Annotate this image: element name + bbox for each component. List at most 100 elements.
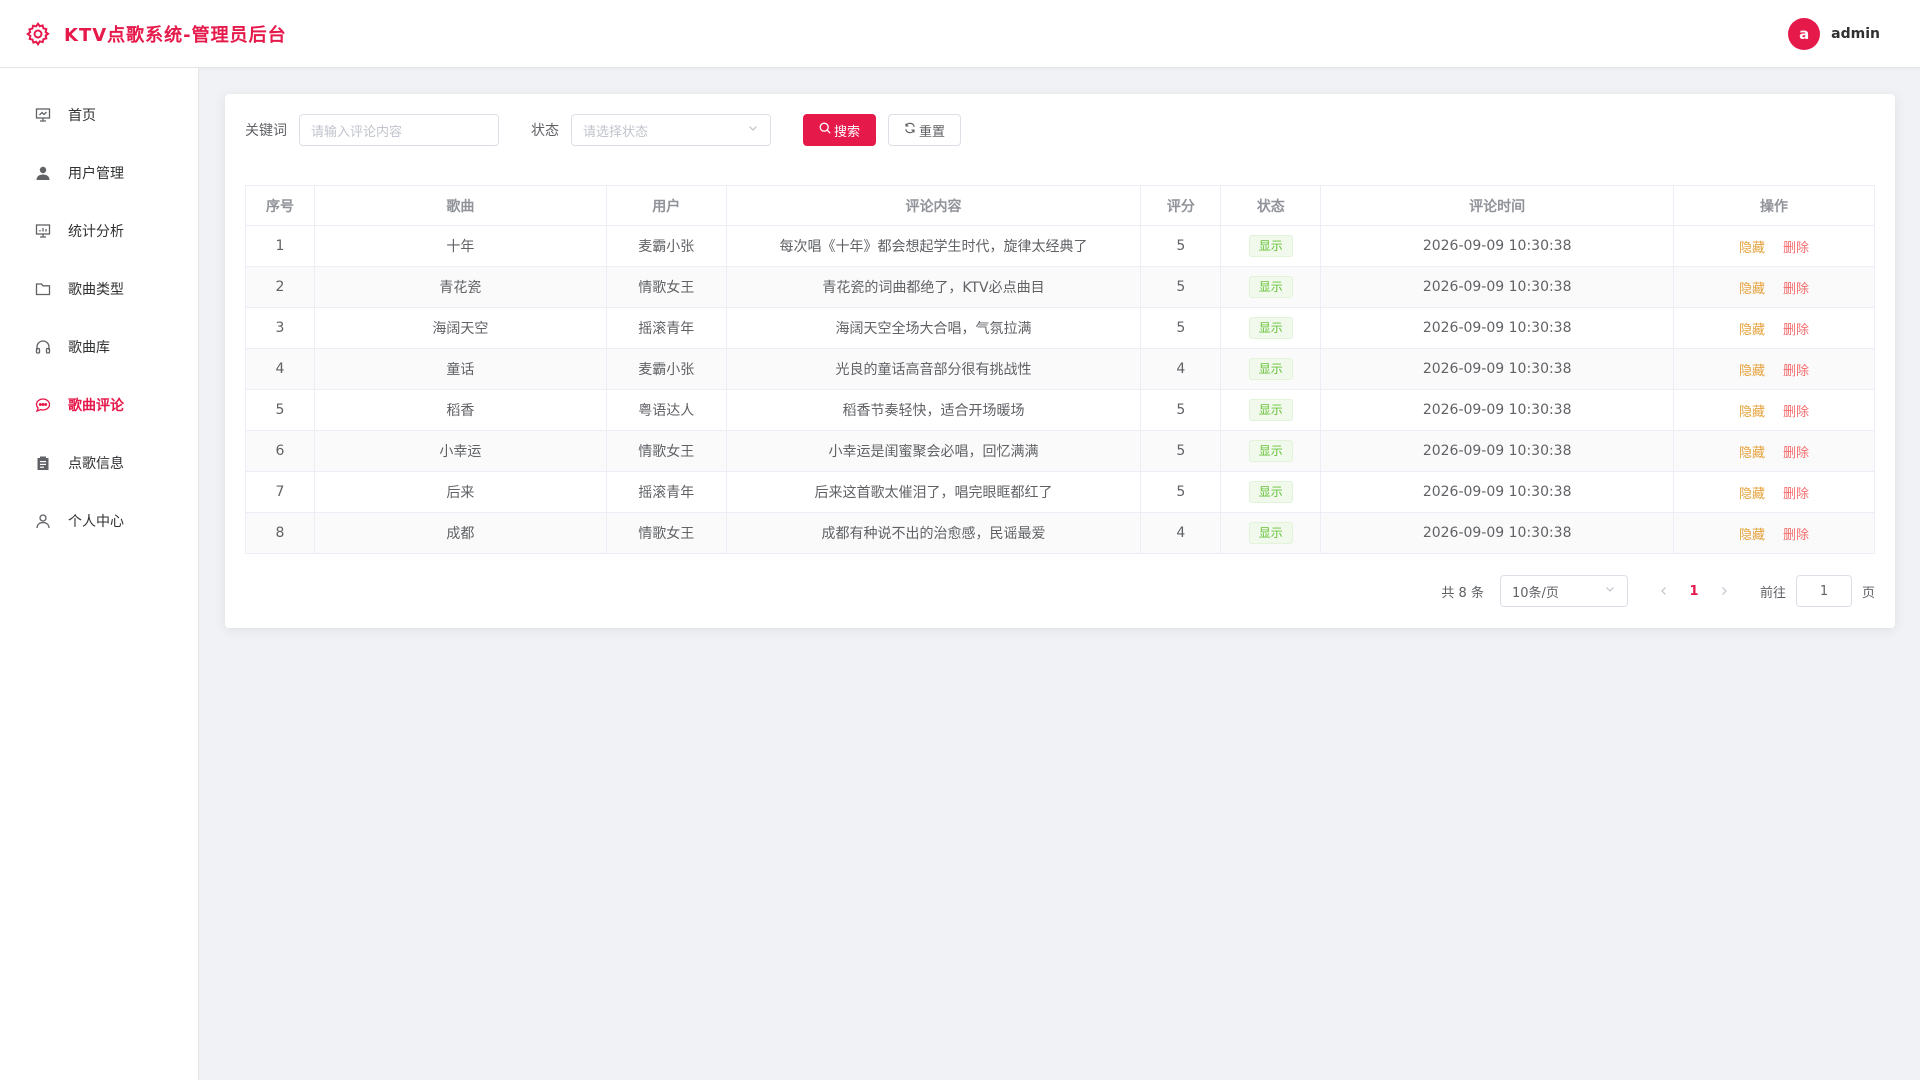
prev-page-icon[interactable] bbox=[1650, 577, 1678, 605]
avatar[interactable]: a bbox=[1788, 17, 1821, 50]
page-suffix: 页 bbox=[1861, 585, 1875, 601]
rating: 5 bbox=[1140, 266, 1222, 308]
presentation-icon bbox=[34, 106, 52, 124]
actions-cell: 隐藏 删除 bbox=[1673, 307, 1875, 349]
user-icon bbox=[34, 164, 52, 182]
comment-time: 2026-09-09 10:30:38 bbox=[1320, 266, 1675, 308]
sidebar-item-label: 个人中心 bbox=[68, 514, 124, 530]
top-header: KTV点歌系统-管理员后台 a admin bbox=[0, 0, 1920, 68]
status-placeholder: 请选择状态 bbox=[583, 124, 649, 140]
hide-button[interactable]: 隐藏 bbox=[1739, 405, 1765, 420]
delete-button[interactable]: 删除 bbox=[1783, 405, 1809, 420]
rating: 5 bbox=[1140, 225, 1222, 267]
comment-time: 2026-09-09 10:30:38 bbox=[1320, 471, 1675, 513]
song-name: 海阔天空 bbox=[314, 307, 607, 349]
table-header-row: 序号 歌曲 用户 评论内容 评分 状态 评论时间 操作 bbox=[245, 185, 1875, 226]
hide-button[interactable]: 隐藏 bbox=[1739, 487, 1765, 502]
user-name: 粤语达人 bbox=[606, 389, 727, 431]
status-cell: 显示 bbox=[1220, 307, 1322, 349]
status-badge: 显示 bbox=[1248, 399, 1293, 421]
reset-button-label: 重置 bbox=[919, 124, 946, 140]
comments-table: 序号 歌曲 用户 评论内容 评分 状态 评论时间 操作 1 十年 麦霸小张 每次唱《十… bbox=[245, 185, 1875, 554]
sidebar-item-users[interactable]: 用户管理 bbox=[0, 144, 198, 202]
comment-time: 2026-09-09 10:30:38 bbox=[1320, 512, 1675, 554]
user-name: 麦霸小张 bbox=[606, 225, 727, 267]
song-name: 稻香 bbox=[314, 389, 607, 431]
row-number: 2 bbox=[245, 266, 315, 308]
song-name: 童话 bbox=[314, 348, 607, 390]
delete-button[interactable]: 删除 bbox=[1783, 282, 1809, 297]
sidebar-item-profile[interactable]: 个人中心 bbox=[0, 492, 198, 550]
hide-button[interactable]: 隐藏 bbox=[1739, 446, 1765, 461]
delete-button[interactable]: 删除 bbox=[1783, 241, 1809, 256]
keyword-placeholder: 请输入评论内容 bbox=[311, 124, 403, 140]
actions-cell: 隐藏 删除 bbox=[1673, 225, 1875, 267]
goto-page-value: 1 bbox=[1819, 583, 1829, 599]
keyword-input[interactable]: 请输入评论内容 bbox=[299, 114, 499, 146]
comment-content: 后来这首歌太催泪了，唱完眼眶都红了 bbox=[726, 471, 1142, 513]
rating: 5 bbox=[1140, 471, 1222, 513]
sidebar-item-label: 首页 bbox=[68, 108, 96, 124]
actions-cell: 隐藏 删除 bbox=[1673, 266, 1875, 308]
sidebar-item-song-library[interactable]: 歌曲库 bbox=[0, 318, 198, 376]
pagination-total: 共 8 条 bbox=[1441, 585, 1484, 601]
sidebar-item-song-types[interactable]: 歌曲类型 bbox=[0, 260, 198, 318]
goto-page-input[interactable]: 1 bbox=[1795, 575, 1852, 607]
keyword-label: 关键词 bbox=[245, 123, 287, 139]
next-page-icon[interactable] bbox=[1710, 577, 1738, 605]
reset-button[interactable]: 重置 bbox=[888, 114, 962, 146]
delete-button[interactable]: 删除 bbox=[1783, 364, 1809, 379]
sidebar-item-label: 歌曲评论 bbox=[68, 398, 124, 414]
column-header: 评论内容 bbox=[726, 185, 1142, 226]
column-header: 评分 bbox=[1140, 185, 1222, 226]
comment-content: 光良的童话高音部分很有挑战性 bbox=[726, 348, 1142, 390]
user-menu[interactable]: a admin bbox=[1788, 17, 1880, 50]
table-row: 6 小幸运 情歌女王 小幸运是闺蜜聚会必唱，回忆满满 5 显示 2026-09-09 10:… bbox=[245, 430, 1875, 472]
sidebar-item-song-comments[interactable]: 歌曲评论 bbox=[0, 376, 198, 434]
table-row: 5 稻香 粤语达人 稻香节奏轻快，适合开场暖场 5 显示 2026-09-09 10:30:… bbox=[245, 389, 1875, 431]
rating: 4 bbox=[1140, 348, 1222, 390]
comment-time: 2026-09-09 10:30:38 bbox=[1320, 307, 1675, 349]
page-number[interactable]: 1 bbox=[1678, 584, 1710, 599]
chevron-down-icon bbox=[747, 122, 759, 138]
sidebar-item-label: 歌曲库 bbox=[68, 340, 110, 356]
search-button-label: 搜索 bbox=[834, 124, 861, 140]
status-cell: 显示 bbox=[1220, 430, 1322, 472]
hide-button[interactable]: 隐藏 bbox=[1739, 241, 1765, 256]
hide-button[interactable]: 隐藏 bbox=[1739, 282, 1765, 297]
status-cell: 显示 bbox=[1220, 512, 1322, 554]
sidebar-item-label: 用户管理 bbox=[68, 166, 124, 182]
hide-button[interactable]: 隐藏 bbox=[1739, 323, 1765, 338]
delete-button[interactable]: 删除 bbox=[1783, 487, 1809, 502]
delete-button[interactable]: 删除 bbox=[1783, 323, 1809, 338]
sidebar-item-statistics[interactable]: 统计分析 bbox=[0, 202, 198, 260]
status-label: 状态 bbox=[531, 123, 559, 139]
actions-cell: 隐藏 删除 bbox=[1673, 430, 1875, 472]
song-name: 十年 bbox=[314, 225, 607, 267]
search-icon bbox=[819, 122, 831, 138]
page-size-select[interactable]: 10条/页 bbox=[1499, 575, 1628, 607]
column-header: 状态 bbox=[1220, 185, 1322, 226]
rating: 4 bbox=[1140, 512, 1222, 554]
table-row: 1 十年 麦霸小张 每次唱《十年》都会想起学生时代，旋律太经典了 5 显示 2026-09-… bbox=[245, 225, 1875, 267]
delete-button[interactable]: 删除 bbox=[1783, 528, 1809, 543]
status-select[interactable]: 请选择状态 bbox=[571, 114, 771, 146]
status-cell: 显示 bbox=[1220, 389, 1322, 431]
folder-icon bbox=[34, 280, 52, 298]
goto-label: 前往 bbox=[1759, 585, 1786, 601]
actions-cell: 隐藏 删除 bbox=[1673, 471, 1875, 513]
person-icon bbox=[34, 512, 52, 530]
search-button[interactable]: 搜索 bbox=[803, 114, 877, 146]
hide-button[interactable]: 隐藏 bbox=[1739, 528, 1765, 543]
comment-content: 稻香节奏轻快，适合开场暖场 bbox=[726, 389, 1142, 431]
sidebar: 首页 用户管理 统计分析 歌曲类型 歌曲库 歌曲评论 点歌信息 个人中心 bbox=[0, 68, 199, 1080]
username[interactable]: admin bbox=[1831, 26, 1880, 42]
headset-icon bbox=[34, 338, 52, 356]
sidebar-item-song-requests[interactable]: 点歌信息 bbox=[0, 434, 198, 492]
comment-time: 2026-09-09 10:30:38 bbox=[1320, 389, 1675, 431]
sidebar-item-home[interactable]: 首页 bbox=[0, 86, 198, 144]
chevron-down-icon bbox=[1604, 583, 1616, 599]
delete-button[interactable]: 删除 bbox=[1783, 446, 1809, 461]
hide-button[interactable]: 隐藏 bbox=[1739, 364, 1765, 379]
pagination: 共 8 条 10条/页 1 前往 1 页 bbox=[1441, 575, 1875, 607]
